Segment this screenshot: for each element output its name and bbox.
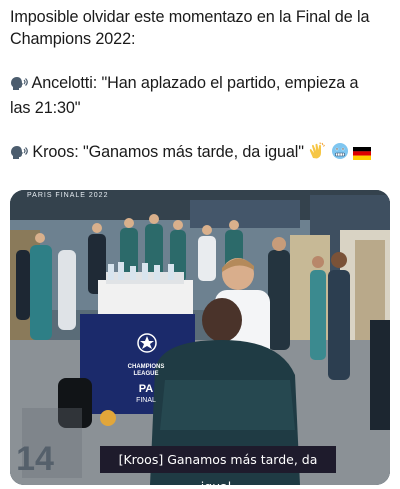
cold-face-icon [331, 142, 349, 166]
wall-text: PARIS FINALE 2022 [27, 192, 109, 199]
speaking-head-icon [10, 75, 28, 97]
post-text: Imposible olvidar este momentazo en la F… [10, 6, 395, 166]
germany-flag-icon [353, 144, 372, 166]
corner-number: 14 [16, 440, 54, 478]
locker-room-scene [10, 190, 390, 485]
ancelotti-quote-line-1: Ancelotti: "Han aplazado el partido, emp… [10, 72, 395, 97]
video-subtitle: [Kroos] Ganamos más tarde, da igual. [100, 446, 336, 489]
post: Imposible olvidar este momentazo en la F… [0, 0, 400, 489]
kroos-quote-text: Kroos: "Ganamos más tarde, da igual" [32, 143, 304, 161]
video-frame[interactable]: CHAMPIONS LEAGUE PA FINAL 14 [10, 190, 390, 485]
clapping-hands-icon [308, 142, 326, 166]
kroos-quote-line: Kroos: "Ganamos más tarde, da igual" [10, 141, 395, 166]
podium-line-2: LEAGUE [133, 371, 159, 377]
post-text-line-1: Imposible olvidar este momentazo en la F… [10, 8, 370, 26]
ancelotti-quote-text-1: Ancelotti: "Han aplazado el partido, emp… [31, 74, 359, 92]
podium-line-1: CHAMPIONS [127, 364, 165, 370]
speaking-head-icon [10, 144, 28, 166]
post-text-line-2: Champions 2022: [10, 30, 136, 48]
ancelotti-quote-line-2: las 21:30" [10, 99, 81, 117]
podium-city: PA [138, 383, 154, 395]
podium-final: FINAL [136, 397, 156, 404]
